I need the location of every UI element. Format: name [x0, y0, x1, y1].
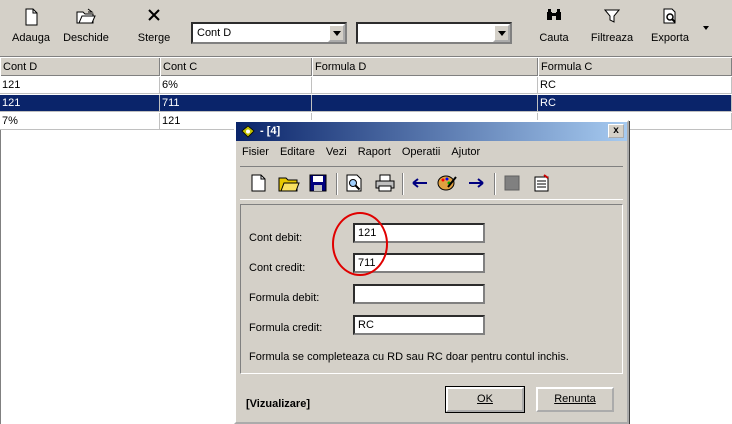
close-button[interactable]: x [608, 124, 624, 138]
toolbar-separator [336, 173, 338, 195]
column-header-cont-d[interactable]: Cont D [0, 58, 160, 76]
binoculars-icon [536, 8, 572, 30]
print-preview-icon[interactable] [344, 173, 366, 195]
column-select-value: Cont D [197, 27, 232, 39]
chevron-down-icon[interactable] [493, 24, 510, 42]
open-label: Deschide [63, 32, 109, 44]
filter-value-select[interactable] [356, 22, 512, 44]
toolbar-more-chevron-icon[interactable] [703, 26, 709, 30]
menu-editare[interactable]: Editare [276, 144, 319, 160]
dialog-toolbar [240, 166, 623, 200]
formula-credit-label: Formula credit: [249, 322, 323, 334]
properties-icon[interactable] [532, 173, 554, 195]
cell-formula-c: RC [538, 95, 732, 112]
cell-cont-d: 121 [0, 95, 160, 112]
grid-left-border [0, 130, 1, 424]
cell-cont-d: 121 [0, 77, 160, 94]
cont-debit-label: Cont debit: [249, 232, 303, 244]
formula-debit-label: Formula debit: [249, 292, 320, 304]
column-header-cont-c[interactable]: Cont C [160, 58, 312, 76]
cell-cont-c: 6% [160, 77, 312, 94]
column-select[interactable]: Cont D [191, 22, 347, 44]
annotation-circle [332, 212, 388, 276]
dialog-menubar: Fisier Editare Vezi Raport Operatii Ajut… [238, 144, 484, 162]
menu-vezi[interactable]: Vezi [322, 144, 351, 160]
search-button[interactable]: Cauta [536, 4, 572, 52]
formula-credit-input[interactable]: RC [353, 315, 485, 335]
menu-operatii[interactable]: Operatii [398, 144, 445, 160]
formula-note: Formula se completeaza cu RD sau RC doar… [249, 351, 569, 363]
toolbar-separator [402, 173, 404, 195]
new-document-icon [8, 8, 54, 30]
grid-header: Cont D Cont C Formula D Formula C [0, 58, 732, 76]
app-icon [240, 125, 256, 141]
delete-label: Sterge [137, 32, 171, 44]
cancel-button[interactable]: Renunta [536, 387, 614, 412]
palette-icon[interactable] [436, 173, 458, 195]
column-header-formula-c[interactable]: Formula C [538, 58, 732, 76]
export-preview-icon [646, 8, 694, 30]
export-label: Exporta [651, 32, 689, 44]
status-badge: [Vizualizare] [246, 398, 310, 410]
toolbar-separator [494, 173, 496, 195]
export-button[interactable]: Exporta [646, 4, 694, 52]
filter-label: Filtreaza [590, 32, 634, 44]
main-toolbar: Adauga Deschide Sterge Cont D Cauta Filt… [0, 0, 732, 57]
table-row-selected[interactable]: 121 711 RC [0, 95, 732, 112]
add-label: Adauga [12, 32, 50, 44]
dialog-title: - [4] [260, 125, 281, 137]
cancel-button-label: Renunta [554, 393, 596, 405]
print-icon[interactable] [374, 173, 396, 195]
delete-button[interactable]: Sterge [134, 4, 174, 52]
open-folder-icon[interactable] [278, 173, 300, 195]
delete-x-icon [134, 8, 174, 30]
chevron-down-icon[interactable] [328, 24, 345, 42]
save-disk-icon[interactable] [308, 173, 330, 195]
table-row[interactable]: 121 6% RC [0, 77, 732, 94]
filter-funnel-icon [588, 8, 636, 30]
add-button[interactable]: Adauga [8, 4, 54, 52]
column-header-formula-d[interactable]: Formula D [312, 58, 538, 76]
record-dialog: - [4] x Fisier Editare Vezi Raport Opera… [234, 120, 629, 424]
cell-formula-c: RC [538, 77, 732, 94]
cell-cont-c: 711 [160, 95, 312, 112]
ok-button[interactable]: OK [445, 386, 525, 413]
search-label: Cauta [539, 32, 569, 44]
cont-credit-label: Cont credit: [249, 262, 306, 274]
grey-square-icon[interactable] [502, 173, 524, 195]
open-folder-icon [58, 8, 114, 30]
fields-panel: Cont debit: 121 Cont credit: 711 Formula… [240, 204, 623, 374]
menu-ajutor[interactable]: Ajutor [447, 144, 484, 160]
ok-button-label: OK [477, 393, 493, 405]
cell-formula-d [312, 77, 538, 94]
cell-formula-d [312, 95, 538, 112]
open-button[interactable]: Deschide [58, 4, 114, 52]
new-document-icon[interactable] [248, 173, 270, 195]
filter-button[interactable]: Filtreaza [588, 4, 636, 52]
formula-debit-input[interactable] [353, 284, 485, 304]
menu-fisier[interactable]: Fisier [238, 144, 273, 160]
arrow-right-icon[interactable] [466, 173, 488, 195]
dialog-titlebar[interactable]: - [4] x [236, 122, 627, 141]
cell-cont-d: 7% [0, 113, 160, 130]
dialog-footer: [Vizualizare] OK Renunta [240, 380, 623, 418]
arrow-left-icon[interactable] [410, 173, 432, 195]
menu-raport[interactable]: Raport [354, 144, 395, 160]
